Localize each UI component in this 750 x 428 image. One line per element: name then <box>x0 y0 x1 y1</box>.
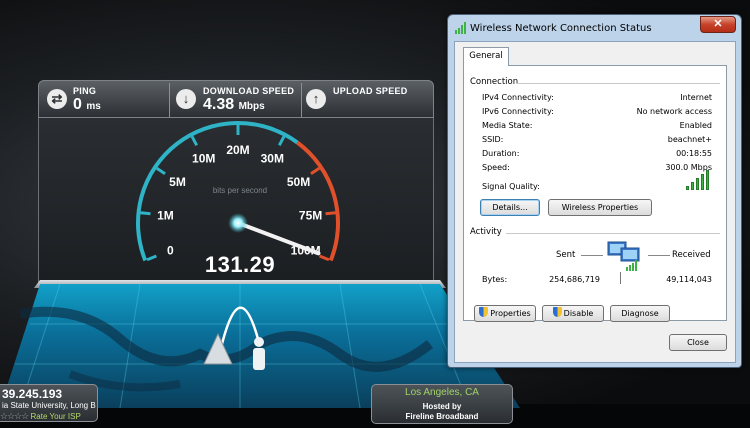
hosted-by-label: Hosted by <box>422 402 462 411</box>
gauge-tick-label: 75M <box>299 208 322 222</box>
row-value: No network access <box>636 107 712 116</box>
bytes-label: Bytes: <box>482 275 508 284</box>
tab-general[interactable]: General <box>463 47 509 66</box>
uac-shield-icon <box>479 307 489 317</box>
properties-button[interactable]: Properties <box>474 305 536 322</box>
gauge-tick <box>310 166 321 176</box>
wireless-signal-icon <box>455 22 466 34</box>
signal-bar <box>686 186 689 190</box>
row-key: Speed: <box>482 163 510 172</box>
isp-name: ia State University, Long Be <box>2 401 96 410</box>
gauge-tick <box>155 166 166 176</box>
group-divider <box>516 83 720 84</box>
host-city: Los Angeles, CA <box>405 387 479 398</box>
dialog-title: Wireless Network Connection Status <box>470 23 652 34</box>
bytes-divider <box>620 272 621 284</box>
gauge-tick <box>325 211 336 216</box>
row-key: IPv6 Connectivity: <box>482 107 554 116</box>
gauge-needle <box>236 221 321 256</box>
gauge-tick-label: 5M <box>169 175 186 189</box>
general-tab-panel: Connection IPv4 Connectivity: Internet I… <box>463 65 727 322</box>
row-key: Media State: <box>482 121 533 130</box>
wireless-status-dialog: Wireless Network Connection Status ✕ Gen… <box>447 14 742 368</box>
gauge-tick-label: 0 <box>167 243 174 257</box>
row-value: Enabled <box>679 121 712 130</box>
group-divider <box>506 233 720 234</box>
details-button[interactable]: Details... <box>480 199 540 216</box>
row-value: 00:18:55 <box>676 149 712 158</box>
signal-quality-label: Signal Quality: <box>482 182 540 191</box>
isp-ip: 39.245.193 <box>2 387 63 401</box>
gauge-hub <box>228 213 248 233</box>
rating-stars-icon[interactable]: ☆☆☆☆ <box>0 411 29 421</box>
server-pyramid-icon <box>203 332 233 365</box>
row-key: IPv4 Connectivity: <box>482 93 554 102</box>
signal-bar <box>696 178 699 190</box>
diagnose-button[interactable]: Diagnose <box>610 305 670 322</box>
uac-shield-icon <box>552 307 562 317</box>
gauge-tick-label: 30M <box>261 152 284 166</box>
received-bytes: 49,114,043 <box>666 275 712 284</box>
row-value: Internet <box>680 93 712 102</box>
signal-bar <box>706 170 709 190</box>
network-computers-icon <box>607 241 640 271</box>
signal-bar <box>701 174 704 190</box>
sent-label: Sent <box>556 250 576 260</box>
sent-line <box>581 255 603 256</box>
gauge-tick <box>190 135 199 147</box>
dialog-body: General Connection IPv4 Connectivity: In… <box>454 41 736 363</box>
upload-label: UPLOAD SPEED <box>333 86 408 96</box>
signal-strength-icon <box>686 170 712 190</box>
sent-bytes: 254,686,719 <box>549 275 600 284</box>
gauge-tick-label: 1M <box>157 208 174 222</box>
disable-button[interactable]: Disable <box>542 305 604 322</box>
rate-isp-link[interactable]: ☆☆☆☆ Rate Your ISP <box>0 411 81 422</box>
signal-bar <box>691 182 694 190</box>
close-icon[interactable]: ✕ <box>700 16 736 33</box>
gauge-tick-labels: 01M5M10M20M30M50M75M100M <box>157 143 322 257</box>
host-provider: Fireline Broadband <box>405 412 479 421</box>
units-caption: bits per second <box>212 186 268 195</box>
connection-heading: Connection <box>470 77 519 87</box>
row-key: SSID: <box>482 135 504 144</box>
host-info: Los Angeles, CA Hosted by Fireline Broad… <box>371 384 513 424</box>
download-label: DOWNLOAD SPEED <box>203 86 295 96</box>
received-line <box>648 255 670 256</box>
close-button[interactable]: Close <box>669 334 727 351</box>
gauge-tick <box>140 211 151 216</box>
row-key: Duration: <box>482 149 520 158</box>
speed-reading: 131.29 <box>204 252 276 277</box>
gauge-tick <box>277 135 286 147</box>
user-icon <box>253 337 265 370</box>
gauge-tick <box>319 254 330 262</box>
ping-label: PING <box>73 86 97 96</box>
isp-info: 39.245.193 ia State University, Long Be … <box>0 384 98 422</box>
gauge-tick-label: 50M <box>287 175 310 189</box>
row-value: beachnet+ <box>667 135 712 144</box>
gauge-tick-label: 10M <box>192 152 215 166</box>
gauge-tick-label: 20M <box>226 143 249 157</box>
received-label: Received <box>672 250 711 260</box>
wireless-properties-button[interactable]: Wireless Properties <box>548 199 652 216</box>
activity-heading: Activity <box>470 227 502 237</box>
gauge-tick <box>146 254 157 262</box>
